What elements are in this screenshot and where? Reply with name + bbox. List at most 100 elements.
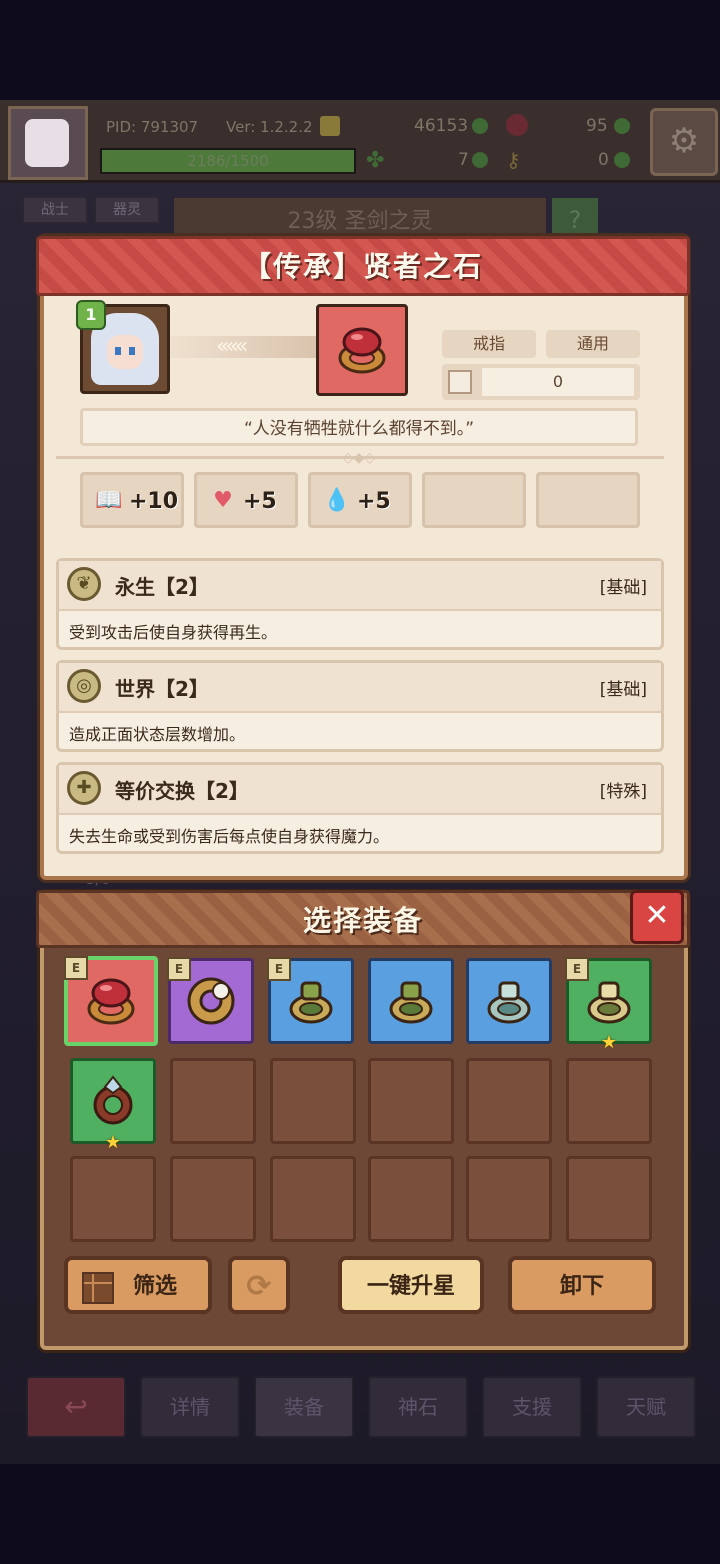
skill-type: [基础] <box>599 680 647 700</box>
filter-label: 筛选 <box>132 1274 177 1299</box>
empty-slot[interactable] <box>566 1058 652 1144</box>
equip-slot[interactable]: E <box>167 957 254 1044</box>
slot-grid-icon <box>448 370 472 394</box>
skill-desc: 受到攻击后使自身获得再生。 <box>69 623 278 642</box>
ring-item-icon <box>316 304 408 396</box>
stat-heart: ♥ +5 <box>194 472 298 528</box>
equip-slot[interactable]: ★ <box>70 1058 156 1153</box>
pearl-ring-icon <box>187 977 235 1025</box>
skill-card-2: ◎ 世界【2】 [基础] 造成正面状态层数增加。 <box>56 660 664 752</box>
clover-value: 7 <box>458 150 469 170</box>
empty-slot[interactable] <box>170 1156 256 1242</box>
skill-name: 世界【2】 <box>115 677 209 701</box>
gold-ring-icon <box>587 981 631 1024</box>
skill-card-1: ❦ 永生【2】 [基础] 受到攻击后使自身获得再生。 <box>56 558 664 650</box>
stat-heart-value: +5 <box>243 489 277 514</box>
stat-book: 📖 +10 <box>80 472 184 528</box>
slot-row: 0 <box>442 364 640 400</box>
book-icon: 📖 <box>95 488 123 513</box>
slot-value: 0 <box>482 368 634 396</box>
add-gem-icon[interactable] <box>614 118 630 134</box>
tab-talent[interactable]: 天赋 <box>596 1376 696 1438</box>
equipment-header: 选择装备 <box>36 890 690 948</box>
world-icon: ◎ <box>67 669 101 703</box>
equip-slot-selected[interactable]: E <box>64 956 158 1046</box>
pid-text: PID: 791307 <box>106 118 199 136</box>
tab-equipment[interactable]: 装备 <box>254 1376 354 1438</box>
star-icon: ★ <box>104 1132 122 1153</box>
transfer-arrows: ««« <box>170 336 318 358</box>
ruby-ring-icon <box>87 978 135 1025</box>
player-avatar[interactable] <box>8 106 88 180</box>
close-button[interactable]: ✕ <box>630 890 684 944</box>
jade-ring-icon <box>289 981 333 1024</box>
divider-ornament-icon: ◇◆◇ <box>342 450 376 466</box>
bottom-nav: ↩ 详情 装备 神石 支援 天赋 <box>20 1376 700 1438</box>
add-gold-icon[interactable] <box>472 118 488 134</box>
stat-empty-1 <box>422 472 526 528</box>
item-title-ribbon: 【传承】贤者之石 <box>36 236 690 296</box>
tab-support[interactable]: 支援 <box>482 1376 582 1438</box>
hero-level-badge: 1 <box>76 300 106 330</box>
silver-ring-icon <box>487 981 531 1024</box>
item-title: 【传承】贤者之石 <box>242 250 483 283</box>
crystal-ring-icon <box>93 1075 133 1125</box>
key-icon: ⚷ <box>506 148 521 172</box>
equipment-title: 选择装备 <box>302 904 423 937</box>
back-button[interactable]: ↩ <box>26 1376 126 1438</box>
spirit-tag: 器灵 <box>94 196 160 224</box>
empty-slot[interactable] <box>466 1156 552 1242</box>
class-tag: 战士 <box>22 196 88 224</box>
tag-ring-type: 戒指 <box>442 330 536 358</box>
jade-ring-icon <box>389 981 433 1024</box>
gem-icon <box>506 114 528 136</box>
clover-icon: ✤ <box>366 148 385 173</box>
skill-type: [特殊] <box>599 782 647 802</box>
key-value: 0 <box>598 150 609 170</box>
exchange-icon: ✚ <box>67 771 101 805</box>
empty-slot[interactable] <box>70 1156 156 1242</box>
star-icon: ★ <box>600 1032 618 1053</box>
stat-book-value: +10 <box>129 489 179 514</box>
equip-slot[interactable] <box>368 958 454 1044</box>
item-quote: “人没有牺牲就什么都得不到。” <box>80 408 638 446</box>
skill-name: 永生【2】 <box>115 575 209 599</box>
empty-slot[interactable] <box>466 1058 552 1144</box>
add-clover-icon[interactable] <box>472 152 488 168</box>
skill-desc: 失去生命或受到伤害后每点使自身获得魔力。 <box>69 827 390 846</box>
xp-text: 2186/1500 <box>187 152 269 170</box>
stat-water-value: +5 <box>357 489 391 514</box>
equip-slot[interactable] <box>466 958 552 1044</box>
equip-slot[interactable]: E <box>267 957 354 1044</box>
skill-desc: 造成正面状态层数增加。 <box>69 725 246 744</box>
empty-slot[interactable] <box>368 1156 454 1242</box>
empty-slot[interactable] <box>170 1058 256 1144</box>
gold-value: 46153 <box>414 116 469 136</box>
heart-icon: ♥ <box>213 488 233 513</box>
equip-slot[interactable]: E ★ <box>565 957 652 1053</box>
filter-grid-icon <box>82 1272 114 1304</box>
empty-slot[interactable] <box>270 1156 356 1242</box>
upgrade-all-button[interactable]: 一键升星 <box>338 1256 484 1314</box>
tag-universal: 通用 <box>546 330 640 358</box>
empty-slot[interactable] <box>368 1058 454 1144</box>
tab-godstone[interactable]: 神石 <box>368 1376 468 1438</box>
water-drop-icon: 💧 <box>323 488 351 513</box>
gem-value: 95 <box>586 116 608 136</box>
add-key-icon[interactable] <box>614 152 630 168</box>
refresh-button[interactable]: ⟳ <box>228 1256 290 1314</box>
skill-card-3: ✚ 等价交换【2】 [特殊] 失去生命或受到伤害后每点使自身获得魔力。 <box>56 762 664 854</box>
tab-details[interactable]: 详情 <box>140 1376 240 1438</box>
settings-gear-icon[interactable]: ⚙ <box>650 108 718 176</box>
version-text: Ver: 1.2.2.2 <box>226 118 313 136</box>
filter-button[interactable]: 筛选 <box>64 1256 212 1314</box>
stat-empty-2 <box>536 472 640 528</box>
xp-bar: 2186/1500 <box>100 148 356 174</box>
skill-name: 等价交换【2】 <box>115 779 249 803</box>
eternity-icon: ❦ <box>67 567 101 601</box>
empty-slot[interactable] <box>566 1156 652 1242</box>
empty-slot[interactable] <box>270 1058 356 1144</box>
stat-water: 💧 +5 <box>308 472 412 528</box>
refresh-icon: ⟳ <box>246 1269 272 1304</box>
unequip-button[interactable]: 卸下 <box>508 1256 656 1314</box>
